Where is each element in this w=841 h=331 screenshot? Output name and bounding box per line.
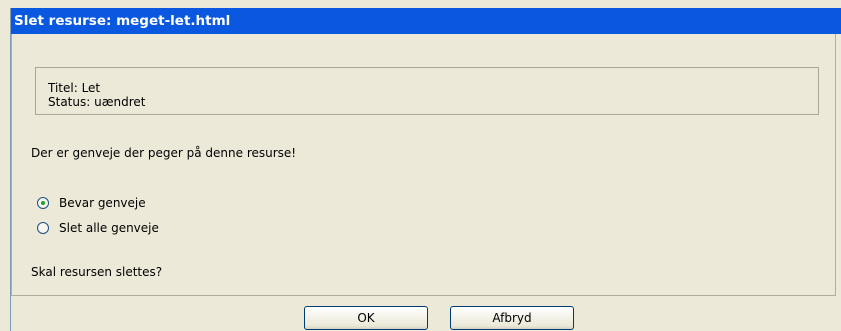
dialog-content: Titel: Let Status: uændret Der er genvej… xyxy=(11,34,836,296)
radio-keep-shortcuts[interactable] xyxy=(37,197,49,209)
option-keep-shortcuts-label: Bevar genveje xyxy=(59,196,146,210)
cancel-button[interactable]: Afbryd xyxy=(450,306,574,330)
option-keep-shortcuts[interactable]: Bevar genveje xyxy=(37,194,146,212)
ok-button[interactable]: OK xyxy=(304,306,428,330)
option-delete-all-shortcuts[interactable]: Slet alle genveje xyxy=(37,219,159,237)
delete-resource-dialog: Slet resurse: meget-let.html Titel: Let … xyxy=(10,8,841,331)
delete-question: Skal resursen slettes? xyxy=(31,265,163,279)
option-delete-all-shortcuts-label: Slet alle genveje xyxy=(59,221,159,235)
resource-title: Titel: Let xyxy=(48,81,101,95)
dialog-title: Slet resurse: meget-let.html xyxy=(11,8,841,34)
shortcut-warning-message: Der er genveje der peger på denne resurs… xyxy=(31,146,297,160)
radio-delete-all-shortcuts[interactable] xyxy=(37,222,49,234)
resource-info-box: Titel: Let Status: uændret xyxy=(35,67,819,115)
resource-status: Status: uændret xyxy=(48,95,146,109)
